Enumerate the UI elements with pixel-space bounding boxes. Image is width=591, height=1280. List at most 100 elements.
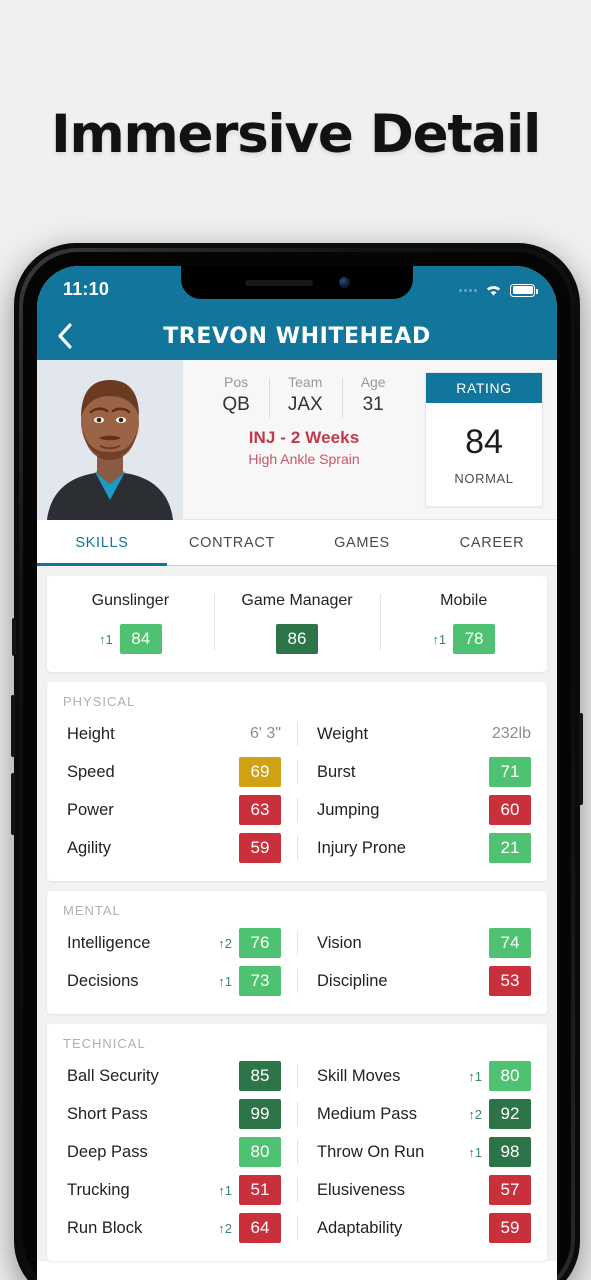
archetype-badge: 86: [276, 624, 318, 654]
silence-switch[interactable]: [12, 618, 16, 656]
stat-label: Ball Security: [67, 1066, 159, 1085]
stat-badge: 76: [239, 928, 281, 958]
stat-label: Height: [67, 724, 115, 743]
archetype-0: Gunslinger ↑1 84: [47, 592, 214, 654]
rating-header: RATING: [426, 373, 542, 403]
stat-badge: 92: [489, 1099, 531, 1129]
notch: [181, 266, 413, 299]
stat-delta: ↑1: [218, 973, 232, 989]
archetype-name: Gunslinger: [91, 592, 170, 609]
power-button[interactable]: [579, 713, 583, 805]
stat-label: Deep Pass: [67, 1142, 148, 1161]
stat-value-group: ↑1 51: [218, 1175, 281, 1205]
back-button[interactable]: [37, 322, 91, 350]
rating-label: NORMAL: [454, 471, 514, 486]
stat-label: Weight: [317, 724, 369, 743]
archetype-1: Game Manager 86: [213, 592, 381, 654]
archetype-badge: 84: [119, 624, 162, 654]
stat-value-group: 85: [239, 1061, 281, 1091]
stat-row: Power 63 Jumping 60: [47, 791, 547, 829]
stat-cell: Jumping 60: [297, 791, 547, 829]
stat-label: Power: [67, 800, 114, 819]
attribute-key: Team: [288, 374, 323, 390]
stat-delta: ↑1: [468, 1068, 482, 1084]
stat-label: Speed: [67, 762, 115, 781]
stat-badge: 71: [489, 757, 531, 787]
tab-skills[interactable]: SKILLS: [37, 520, 167, 566]
stat-value-group: 6' 3": [250, 725, 281, 743]
archetype-delta: ↑1: [432, 631, 447, 647]
volume-up-button[interactable]: [11, 695, 15, 757]
stat-badge: 21: [489, 833, 531, 863]
cellular-dots-icon: [459, 288, 477, 292]
stat-cell: Burst 71: [297, 753, 547, 791]
stat-cell: Run Block ↑2 64: [47, 1209, 297, 1247]
stat-value-group: ↑1 73: [218, 966, 281, 996]
stat-badge: 80: [239, 1137, 281, 1167]
player-attributes: Pos QB Team JAX Age 31 INJ - 2 Weeks Hig…: [183, 360, 425, 519]
stat-sections: PHYSICAL Height 6' 3" Weight 232lb Speed 69 Bur…: [47, 682, 547, 1261]
attribute-row: Pos QB Team JAX Age 31: [203, 374, 405, 418]
attribute-key: Pos: [224, 374, 249, 390]
stat-badge: 60: [489, 795, 531, 825]
archetype-name: Mobile: [440, 592, 488, 609]
stat-plain-value: 232lb: [491, 725, 531, 742]
stat-row: Agility 59 Injury Prone 21: [47, 829, 547, 867]
stat-row: Run Block ↑2 64 Adaptability 59: [47, 1209, 547, 1247]
tab-contract[interactable]: CONTRACT: [167, 520, 297, 565]
attribute-value: QB: [222, 394, 250, 415]
stat-cell: Agility 59: [47, 829, 297, 867]
stat-label: Medium Pass: [317, 1104, 417, 1123]
rating-card: RATING 84 NORMAL: [425, 372, 543, 507]
stat-cell: Adaptability 59: [297, 1209, 547, 1247]
chevron-left-icon: [57, 323, 72, 349]
player-name-title: TREVON WHITEHEAD: [163, 323, 431, 349]
stat-label: Jumping: [317, 800, 380, 819]
stat-value-group: 63: [239, 795, 281, 825]
stat-value-group: 60: [489, 795, 531, 825]
stat-value-group: 99: [239, 1099, 281, 1129]
attribute-key: Age: [360, 374, 386, 390]
stat-label: Discipline: [317, 971, 388, 990]
stat-delta: ↑2: [218, 1220, 232, 1236]
stat-badge: 51: [239, 1175, 281, 1205]
attribute-value: 31: [362, 394, 384, 415]
volume-down-button[interactable]: [11, 773, 15, 835]
stat-badge: 64: [239, 1213, 281, 1243]
stat-cell: Medium Pass ↑2 92: [297, 1095, 547, 1133]
stat-badge: 59: [239, 833, 281, 863]
stat-value-group: ↑2 76: [218, 928, 281, 958]
phone-mockup: 11:10 TREVON WHITEHEAD Pos QB Team JAX A…: [11, 243, 583, 1280]
stat-badge: 69: [239, 757, 281, 787]
stat-cell: Intelligence ↑2 76: [47, 924, 297, 962]
stat-badge: 57: [489, 1175, 531, 1205]
stat-row: Speed 69 Burst 71: [47, 753, 547, 791]
attribute-pos: Pos QB: [203, 374, 268, 416]
app-navbar: TREVON WHITEHEAD: [37, 312, 557, 360]
page-root: Immersive Detail 11:10 TREVON WHITEHEAD …: [0, 0, 591, 1280]
stat-cell: Vision 74: [297, 924, 547, 962]
skills-scroll-area[interactable]: Gunslinger ↑1 84 Game Manager 86 Mobile ↑1 78 P…: [37, 566, 557, 1261]
stat-badge: 59: [489, 1213, 531, 1243]
section-physical: PHYSICAL Height 6' 3" Weight 232lb Speed 69 Bur…: [47, 682, 547, 881]
stat-cell: Ball Security 85: [47, 1057, 297, 1095]
stat-delta: ↑2: [218, 935, 232, 951]
stat-value-group: ↑2 92: [468, 1099, 531, 1129]
stat-row: Height 6' 3" Weight 232lb: [47, 715, 547, 753]
archetype-delta: ↑1: [98, 631, 113, 647]
attribute-age: Age 31: [341, 374, 405, 418]
stat-value-group: 71: [489, 757, 531, 787]
stat-label: Run Block: [67, 1218, 143, 1237]
stat-cell: Deep Pass 80: [47, 1133, 297, 1171]
section-title: MENTAL: [63, 903, 121, 918]
stat-cell: Short Pass 99: [47, 1095, 297, 1133]
stat-value-group: 53: [489, 966, 531, 996]
stat-label: Throw On Run: [317, 1142, 425, 1161]
stat-label: Burst: [317, 762, 356, 781]
tab-career[interactable]: CAREER: [427, 520, 557, 565]
status-clock: 11:10: [63, 279, 110, 299]
tab-games[interactable]: GAMES: [297, 520, 427, 565]
injury-detail: High Ankle Sprain: [248, 451, 360, 467]
stat-label: Vision: [317, 933, 362, 952]
stat-value-group: 59: [489, 1213, 531, 1243]
